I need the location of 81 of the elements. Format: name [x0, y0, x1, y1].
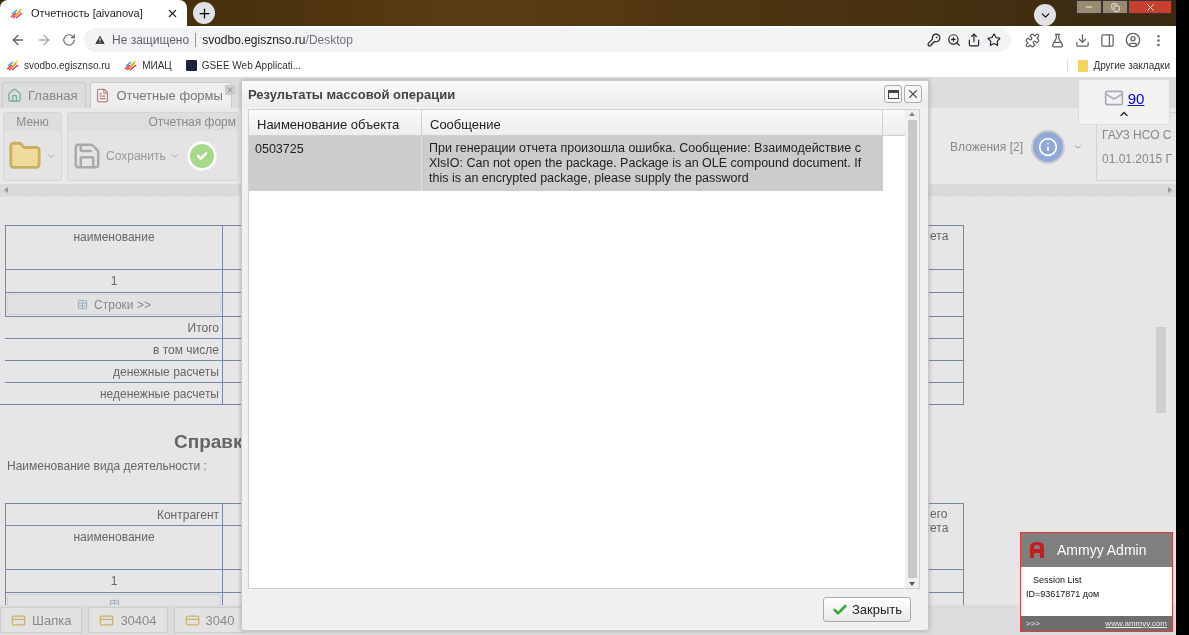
restore-icon [1110, 2, 1120, 12]
tab-title: Отчетность [aivanova] [31, 7, 144, 19]
maximize-button[interactable] [884, 85, 902, 103]
website-link[interactable]: www.ammyy.com [1105, 619, 1167, 628]
close-dialog-button[interactable]: Закрыть [822, 597, 911, 622]
folder-icon [1078, 59, 1089, 72]
document-icon [95, 88, 111, 103]
card-icon [184, 612, 200, 628]
popup-title: Ammyy Admin [1057, 542, 1147, 558]
reload-button[interactable] [60, 31, 78, 49]
browser-tab[interactable]: Отчетность [aivanova] [0, 0, 187, 26]
report-date: 01.01.2015 Г [1102, 151, 1173, 166]
scroll-thumb[interactable] [907, 120, 917, 578]
row-label: денежные расчеты [5, 360, 222, 382]
close-icon [1144, 1, 1156, 13]
column-header: ета [930, 229, 950, 243]
security-label: Не защищено [112, 33, 190, 47]
column-header: его [930, 507, 949, 521]
column-header: наименование [5, 525, 222, 569]
group-title: Отчетная форм [68, 113, 238, 131]
close-icon [225, 86, 234, 94]
tab-close-button[interactable] [224, 85, 235, 95]
table-cell-text: При генерации отчета произошла ошибка. Сообщение: Взаимодействие с XlsIO: Can not open the package. Package is an OLE compound document. If this is an encrypted package, please supply the password [428, 140, 863, 187]
table-cell: 0503725 [249, 136, 422, 191]
table-icon [77, 299, 89, 310]
column-header[interactable]: Наименование объекта [249, 110, 422, 135]
row-label: неденежные расчеты [5, 382, 222, 404]
address-bar[interactable]: Не защищено svodbo.egisznso.ru/Desktop [84, 28, 1011, 52]
session-list-label: Session List [1032, 575, 1083, 585]
star-icon[interactable] [987, 33, 1001, 47]
check-icon[interactable] [185, 139, 218, 172]
scroll-down-icon[interactable] [909, 582, 915, 586]
org-name: ГАУЗ НСО С [1102, 127, 1173, 142]
session-id: ID=93617871 дом [1026, 589, 1101, 599]
more-link[interactable]: >>> [1026, 619, 1040, 628]
maximize-icon [887, 89, 899, 99]
profile-icon[interactable] [1123, 30, 1143, 50]
mail-count-link[interactable]: 90 [1127, 89, 1145, 107]
bookmark-folder[interactable]: Другие закладки [1067, 59, 1170, 72]
bookmark[interactable]: МИАЦ [124, 60, 172, 71]
activity-label: Наименование вида деятельности : [7, 459, 208, 473]
row-label: в том числе [5, 338, 222, 360]
column-header[interactable]: Сообщение [422, 110, 883, 135]
app-tab[interactable]: Отчетные формы [90, 82, 232, 108]
column-header: Контрагент [5, 503, 222, 525]
row-label: Итого [5, 316, 222, 338]
bookmark[interactable]: GSEE Web Applicati... [185, 60, 302, 71]
group-title: Меню [4, 113, 61, 131]
app-icon [185, 60, 197, 71]
card-icon [11, 612, 26, 628]
dialog-title: Результаты массовой операции [248, 86, 457, 102]
info-icon [1031, 129, 1065, 164]
share-icon[interactable] [967, 33, 981, 47]
site-logo-icon [6, 60, 19, 71]
url-text: svodbo.egisznso.ru/Desktop [202, 33, 353, 47]
warning-icon [94, 34, 106, 46]
minimize-button[interactable] [1076, 0, 1102, 14]
column-number: 1 [5, 269, 222, 292]
scroll-up-icon[interactable] [909, 112, 915, 116]
plus-icon [196, 5, 212, 21]
close-icon [906, 87, 920, 101]
close-button[interactable] [1128, 0, 1172, 14]
zoom-icon[interactable] [947, 33, 961, 47]
home-icon [7, 88, 22, 103]
close-button[interactable] [904, 85, 922, 103]
bookmark[interactable]: svodbo.egisznso.ru [6, 60, 111, 71]
tab-search-button[interactable] [1034, 4, 1056, 26]
site-logo-icon [10, 7, 23, 19]
vertical-scrollbar[interactable] [905, 110, 919, 588]
section-heading: Справк [174, 431, 244, 453]
column-header: наименование [5, 225, 222, 269]
column-number: 1 [5, 569, 222, 592]
new-tab-button[interactable] [193, 2, 215, 24]
key-icon[interactable] [927, 33, 941, 47]
grid-row[interactable] [249, 136, 883, 191]
app-logo-icon [1027, 540, 1047, 560]
site-logo-icon [124, 60, 138, 71]
envelope-icon [1103, 88, 1124, 108]
restore-button[interactable] [1102, 0, 1128, 14]
column-header: ета [930, 521, 950, 535]
card-icon [99, 612, 115, 628]
